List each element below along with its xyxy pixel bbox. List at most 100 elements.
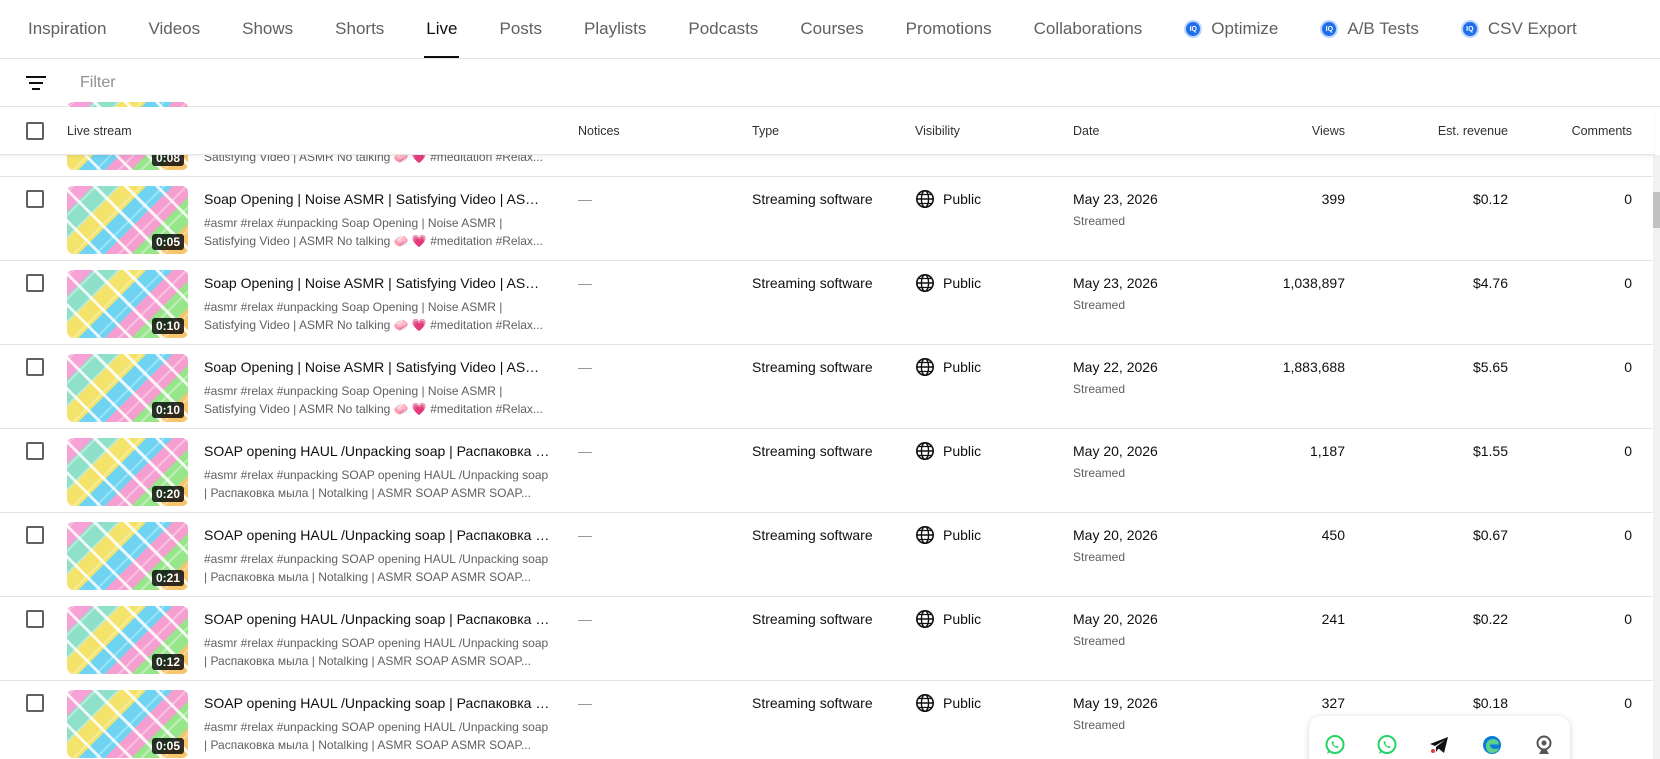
type-value: Streaming software — [752, 191, 873, 207]
whatsapp-business-icon[interactable] — [1375, 733, 1399, 757]
tab-shorts[interactable]: Shorts — [335, 0, 384, 58]
date-status: Streamed — [1073, 634, 1126, 648]
tab-csv-export[interactable]: IQ CSV Export — [1460, 0, 1577, 58]
table-row[interactable]: 0:20 SOAP opening HAUL /Unpacking soap | … — [0, 429, 1655, 513]
duration-badge: 0:10 — [151, 318, 184, 334]
column-notices: Notices — [578, 124, 620, 138]
row-checkbox[interactable] — [26, 358, 44, 376]
scrollbar[interactable] — [1653, 155, 1660, 759]
column-est-revenue[interactable]: Est. revenue — [1438, 107, 1508, 155]
whatsapp-icon[interactable] — [1323, 733, 1347, 757]
row-checkbox[interactable] — [26, 190, 44, 208]
duration-badge: 0:21 — [151, 570, 184, 586]
notices-value: — — [578, 359, 592, 375]
select-all-checkbox[interactable] — [26, 122, 44, 140]
type-value: Streaming software — [752, 443, 873, 459]
filter-input[interactable] — [80, 73, 480, 92]
vidiq-badge-icon: IQ — [1460, 20, 1479, 38]
video-title[interactable]: SOAP opening HAUL /Unpacking soap | Расп… — [204, 527, 550, 543]
edge-icon[interactable] — [1480, 733, 1504, 757]
notices-value: — — [578, 443, 592, 459]
date-value: May 22, 2026 — [1073, 359, 1158, 375]
tab-podcasts[interactable]: Podcasts — [688, 0, 758, 58]
table-row[interactable]: 0:21 SOAP opening HAUL /Unpacking soap | … — [0, 513, 1655, 597]
visibility-dropdown[interactable]: Public — [915, 273, 981, 293]
column-comments[interactable]: Comments — [1572, 107, 1632, 155]
video-description: #asmr #relax #unpacking SOAP opening HAU… — [204, 468, 549, 500]
row-checkbox[interactable] — [26, 610, 44, 628]
video-title[interactable]: SOAP opening HAUL /Unpacking soap | Расп… — [204, 611, 550, 627]
date-status: Streamed — [1073, 466, 1126, 480]
video-title[interactable]: SOAP opening HAUL /Unpacking soap | Расп… — [204, 695, 550, 711]
video-thumbnail[interactable]: 0:10 — [67, 270, 188, 338]
table-row[interactable]: 0:10 Soap Opening | Noise ASMR | Satisfyi… — [0, 345, 1655, 429]
tab-label: Inspiration — [28, 19, 107, 38]
webcam-icon[interactable] — [1532, 733, 1556, 757]
visibility-dropdown[interactable]: Public — [915, 693, 981, 713]
column-date[interactable]: Date — [1073, 107, 1099, 155]
video-thumbnail[interactable]: 0:12 — [67, 606, 188, 674]
views-value: 450 — [1321, 527, 1345, 543]
tab-collaborations[interactable]: Collaborations — [1034, 0, 1143, 58]
tab-courses[interactable]: Courses — [800, 0, 863, 58]
revenue-value: $5.65 — [1472, 359, 1508, 375]
notices-value: — — [578, 191, 592, 207]
video-title[interactable]: Soap Opening | Noise ASMR | Satisfying V… — [204, 359, 550, 375]
tab-label: Videos — [148, 19, 201, 38]
globe-icon — [915, 441, 943, 461]
type-value: Streaming software — [752, 611, 873, 627]
tab-live[interactable]: Live — [424, 0, 460, 58]
video-thumbnail[interactable]: 0:05 — [67, 186, 188, 254]
tab-shows[interactable]: Shows — [242, 0, 293, 58]
comments-value: 0 — [1624, 695, 1632, 711]
comments-value: 0 — [1624, 275, 1632, 291]
row-checkbox[interactable] — [26, 526, 44, 544]
vidiq-badge-icon: IQ — [1184, 20, 1203, 38]
revenue-value: $1.55 — [1472, 443, 1508, 459]
visibility-label: Public — [943, 359, 982, 375]
tab-posts[interactable]: Posts — [499, 0, 542, 58]
video-title[interactable]: Soap Opening | Noise ASMR | Satisfying V… — [204, 191, 550, 207]
table-row[interactable]: 0:05 Soap Opening | Noise ASMR | Satisfyi… — [0, 177, 1655, 261]
date-value: May 23, 2026 — [1073, 275, 1158, 291]
video-title[interactable]: SOAP opening HAUL /Unpacking soap | Расп… — [204, 443, 550, 459]
telegram-icon[interactable] — [1427, 733, 1451, 757]
video-thumbnail[interactable]: 0:10 — [67, 354, 188, 422]
filter-icon[interactable] — [24, 71, 48, 95]
column-live-stream[interactable]: Live stream — [67, 107, 132, 155]
table-row[interactable]: 0:12 SOAP opening HAUL /Unpacking soap | … — [0, 597, 1655, 681]
video-thumbnail[interactable]: 0:21 — [67, 522, 188, 590]
video-thumbnail[interactable]: 0:20 — [67, 438, 188, 506]
tab-playlists[interactable]: Playlists — [584, 0, 646, 58]
column-views[interactable]: Views — [1312, 107, 1345, 155]
date-value: May 23, 2026 — [1073, 191, 1158, 207]
tab-label: Optimize — [1211, 19, 1279, 38]
visibility-dropdown[interactable]: Public — [915, 609, 981, 629]
row-checkbox[interactable] — [26, 694, 44, 712]
vidiq-badge-icon: IQ — [1320, 20, 1339, 38]
tab-optimize[interactable]: IQ Optimize — [1184, 0, 1278, 58]
video-thumbnail[interactable]: 0:05 — [67, 690, 188, 758]
duration-badge: 0:10 — [151, 402, 184, 418]
visibility-dropdown[interactable]: Public — [915, 525, 981, 545]
tab-a-b-tests[interactable]: IQ A/B Tests — [1320, 0, 1419, 58]
views-value: 1,038,897 — [1282, 275, 1345, 291]
views-value: 1,187 — [1309, 443, 1345, 459]
video-description: #asmr #relax #unpacking SOAP opening HAU… — [204, 720, 549, 752]
visibility-label: Public — [943, 611, 982, 627]
row-checkbox[interactable] — [26, 442, 44, 460]
visibility-dropdown[interactable]: Public — [915, 441, 981, 461]
duration-badge: 0:20 — [151, 486, 184, 502]
tab-inspiration[interactable]: Inspiration — [28, 0, 106, 58]
globe-icon — [915, 693, 943, 713]
row-checkbox[interactable] — [26, 274, 44, 292]
table-row[interactable]: 0:10 Soap Opening | Noise ASMR | Satisfyi… — [0, 261, 1655, 345]
visibility-dropdown[interactable]: Public — [915, 189, 981, 209]
visibility-dropdown[interactable]: Public — [915, 357, 981, 377]
globe-icon — [915, 609, 943, 629]
tab-promotions[interactable]: Promotions — [906, 0, 992, 58]
video-title[interactable]: Soap Opening | Noise ASMR | Satisfying V… — [204, 275, 550, 291]
video-description: #asmr #relax #unpacking Soap Opening | N… — [204, 300, 543, 332]
tab-videos[interactable]: Videos — [148, 0, 200, 58]
scrollbar-thumb[interactable] — [1653, 192, 1660, 228]
